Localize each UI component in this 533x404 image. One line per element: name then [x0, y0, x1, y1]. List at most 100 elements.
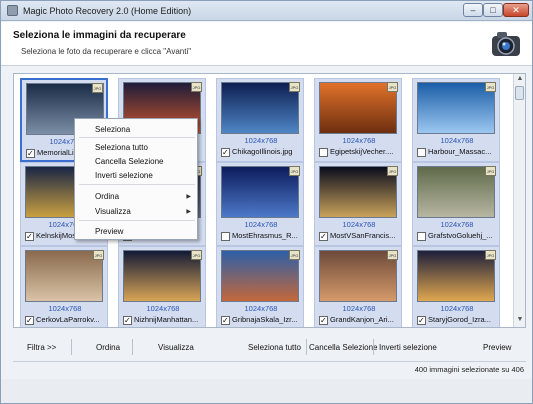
image-thumbnail[interactable] — [221, 82, 299, 134]
invert-selection-button[interactable]: Inverti selezione — [379, 343, 437, 352]
image-tile[interactable]: JPG 1024x768 GrandKanjon_Ari... — [314, 246, 402, 327]
image-thumbnail[interactable] — [417, 82, 495, 134]
image-caption-row: NizhnijManhattan... — [123, 315, 205, 327]
image-tile[interactable]: JPG 1024x768 Harbour_Massac... — [412, 78, 500, 162]
image-select-checkbox[interactable] — [417, 315, 426, 325]
view-button[interactable]: Visualizza — [158, 343, 194, 352]
image-filename: StaryjGorod_Izra... — [428, 315, 491, 324]
image-thumbnail[interactable] — [417, 166, 495, 218]
menu-item-ordina[interactable]: Ordina — [95, 192, 119, 201]
image-select-checkbox[interactable] — [221, 231, 230, 241]
image-tile[interactable]: JPG 1024x768 GribnajaSkala_Izr... — [216, 246, 304, 327]
image-select-checkbox[interactable] — [25, 231, 34, 241]
menu-item-inverti-selezione[interactable]: Inverti selezione — [95, 171, 153, 180]
app-icon — [7, 5, 18, 16]
image-tile[interactable]: JPG 1024x768 CerkovLaParrokv... — [20, 246, 108, 327]
image-select-checkbox[interactable] — [417, 231, 426, 241]
image-tile[interactable]: JPG 1024x768 NizhnijManhattan... — [118, 246, 206, 327]
image-caption-row: GrandKanjon_Ari... — [319, 315, 401, 327]
menu-separator — [79, 220, 195, 221]
window-title: Magic Photo Recovery 2.0 (Home Edition) — [23, 6, 192, 16]
image-tile[interactable]: JPG 1024x768 MostEhrasmus_R... — [216, 162, 304, 246]
jpg-badge-icon: JPG — [191, 82, 202, 92]
minimize-button[interactable]: – — [463, 3, 483, 17]
image-resolution: 1024x768 — [342, 220, 376, 229]
clear-selection-button[interactable]: Cancella Selezione — [309, 343, 378, 352]
image-resolution: 1024x768 — [146, 304, 180, 313]
image-select-checkbox[interactable] — [319, 147, 328, 157]
status-bar: 400 immagini selezionate su 406 — [1, 362, 532, 378]
vertical-scrollbar[interactable]: ▲ ▼ — [513, 74, 525, 327]
image-caption-row: EgipetskijVecher.... — [319, 147, 401, 159]
image-resolution: 1024x768 — [244, 304, 278, 313]
select-all-button[interactable]: Seleziona tutto — [248, 343, 301, 352]
image-filename: NizhnijManhattan... — [134, 315, 199, 324]
image-tile[interactable]: JPG 1024x768 StaryjGorod_Izra... — [412, 246, 500, 327]
image-select-checkbox[interactable] — [319, 315, 328, 325]
jpg-badge-icon: JPG — [387, 82, 398, 92]
preview-button[interactable]: Preview — [483, 343, 511, 352]
image-resolution: 1024x768 — [48, 304, 82, 313]
maximize-button[interactable]: □ — [483, 3, 503, 17]
image-tile[interactable]: JPG 1024x768 GrafstvoGoluehj_... — [412, 162, 500, 246]
image-select-checkbox[interactable] — [25, 315, 34, 325]
scroll-up-icon[interactable]: ▲ — [515, 75, 525, 85]
jpg-badge-icon: JPG — [289, 250, 300, 260]
image-caption-row: MostVSanFrancis... — [319, 231, 401, 243]
image-thumbnail[interactable] — [319, 250, 397, 302]
filter-button[interactable]: Filtra >> — [27, 343, 56, 352]
image-thumbnail[interactable] — [25, 250, 103, 302]
image-resolution: 1024x768 — [440, 220, 474, 229]
image-resolution: 1024x768 — [244, 136, 278, 145]
image-thumbnail[interactable] — [123, 250, 201, 302]
image-thumbnail[interactable] — [221, 166, 299, 218]
image-filename: MostEhrasmus_R... — [232, 231, 298, 240]
image-caption-row: GribnajaSkala_Izr... — [221, 315, 303, 327]
menu-item-cancella-selezione[interactable]: Cancella Selezione — [95, 157, 164, 166]
jpg-badge-icon: JPG — [92, 83, 103, 93]
image-resolution: 1024x768 — [342, 136, 376, 145]
menu-item-seleziona-tutto[interactable]: Seleziona tutto — [95, 143, 148, 152]
image-select-checkbox[interactable] — [221, 147, 230, 157]
menu-item-preview[interactable]: Preview — [95, 227, 123, 236]
image-select-checkbox[interactable] — [417, 147, 426, 157]
jpg-badge-icon: JPG — [387, 250, 398, 260]
image-filename: ChikagoIllinois.jpg — [232, 147, 293, 156]
image-select-checkbox[interactable] — [221, 315, 230, 325]
camera-icon — [492, 32, 520, 56]
sort-button[interactable]: Ordina — [96, 343, 120, 352]
bottom-toolbar: Filtra >> Ordina Visualizza Seleziona tu… — [1, 336, 532, 358]
menu-item-visualizza[interactable]: Visualizza — [95, 207, 131, 216]
scroll-down-icon[interactable]: ▼ — [515, 316, 525, 326]
image-tile[interactable]: JPG 1024x768 MostVSanFrancis... — [314, 162, 402, 246]
image-tile[interactable]: JPG 1024x768 EgipetskijVecher.... — [314, 78, 402, 162]
image-resolution: 1024x768 — [440, 304, 474, 313]
title-bar[interactable]: Magic Photo Recovery 2.0 (Home Edition) … — [1, 1, 532, 21]
context-menu: Seleziona Seleziona tutto Cancella Selez… — [74, 118, 198, 240]
image-select-checkbox[interactable] — [26, 148, 35, 158]
image-caption-row: MostEhrasmus_R... — [221, 231, 303, 243]
image-select-checkbox[interactable] — [319, 231, 328, 241]
image-caption-row: CerkovLaParrokv... — [25, 315, 107, 327]
menu-item-seleziona[interactable]: Seleziona — [95, 125, 130, 134]
footer-area — [1, 379, 532, 403]
image-thumbnail[interactable] — [319, 166, 397, 218]
selection-count: 400 immagini selezionate su 406 — [414, 365, 524, 374]
scroll-thumb[interactable] — [515, 86, 524, 100]
image-tile[interactable]: JPG 1024x768 ChikagoIllinois.jpg — [216, 78, 304, 162]
image-caption-row: Harbour_Massac... — [417, 147, 499, 159]
jpg-badge-icon: JPG — [289, 82, 300, 92]
jpg-badge-icon: JPG — [289, 166, 300, 176]
image-thumbnail[interactable] — [417, 250, 495, 302]
image-filename: GrandKanjon_Ari... — [330, 315, 394, 324]
app-window: Magic Photo Recovery 2.0 (Home Edition) … — [0, 0, 533, 404]
menu-separator — [79, 184, 195, 185]
image-filename: CerkovLaParrokv... — [36, 315, 100, 324]
image-thumbnail[interactable] — [319, 82, 397, 134]
toolbar-divider — [132, 339, 133, 355]
image-thumbnail[interactable] — [221, 250, 299, 302]
image-filename: GribnajaSkala_Izr... — [232, 315, 298, 324]
submenu-arrow-icon: ▶ — [186, 209, 191, 215]
close-button[interactable]: ✕ — [503, 3, 529, 17]
image-select-checkbox[interactable] — [123, 315, 132, 325]
